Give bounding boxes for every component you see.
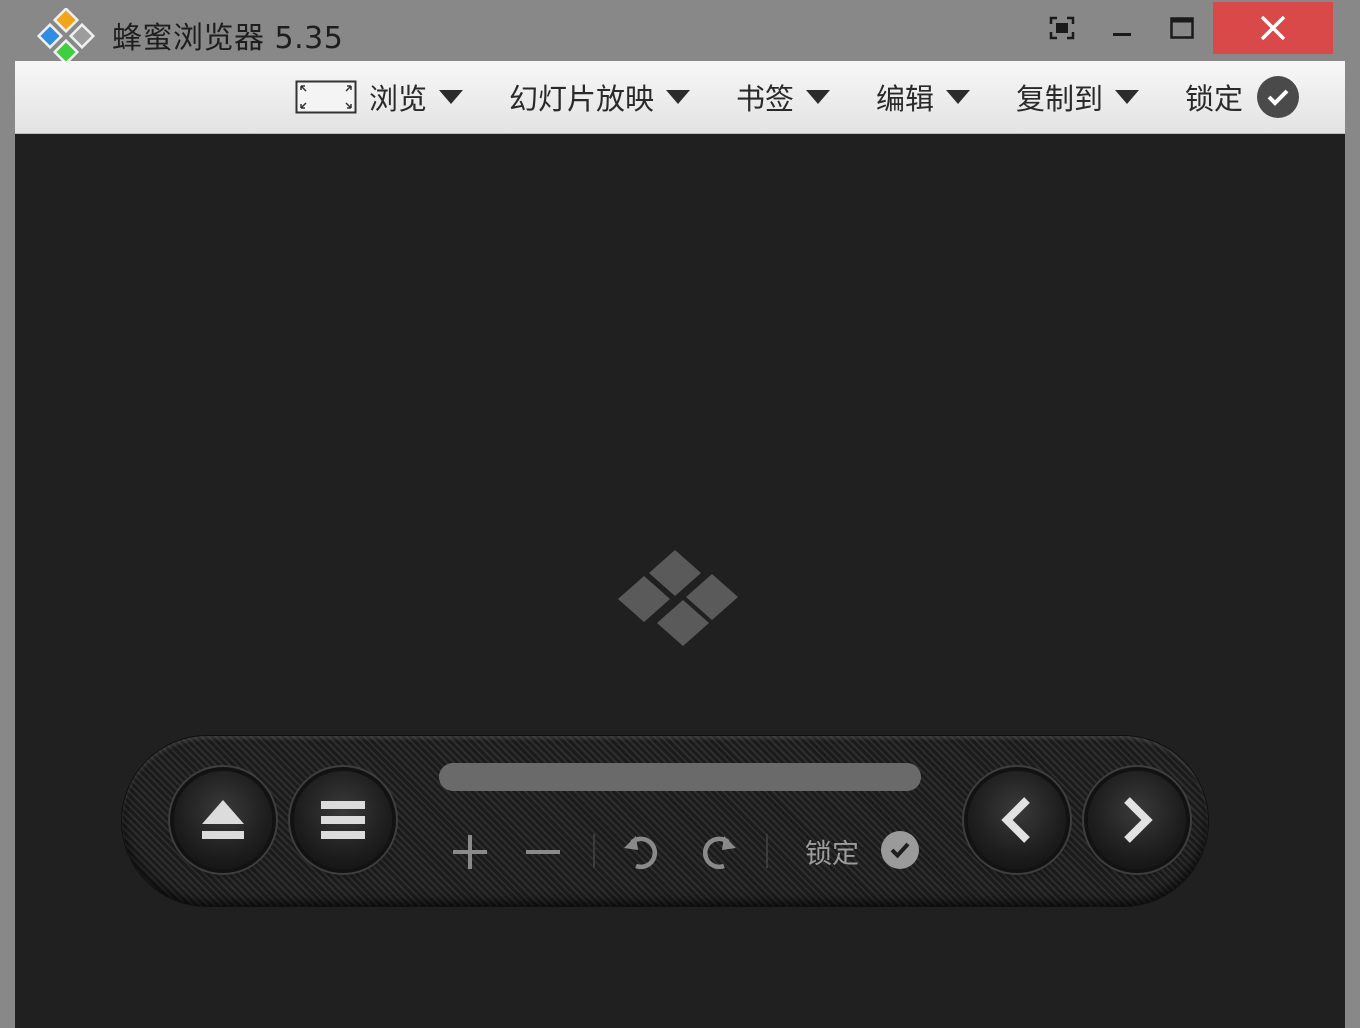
menu-edit[interactable]: 编辑 bbox=[876, 61, 971, 133]
menu-browse[interactable]: 浏览 bbox=[295, 61, 464, 133]
rotate-left-icon bbox=[622, 832, 662, 872]
snap-icon bbox=[1049, 16, 1075, 40]
lock-label: 锁定 bbox=[805, 839, 859, 870]
close-icon bbox=[1260, 15, 1286, 41]
window-title: 蜂蜜浏览器 5.35 bbox=[112, 21, 344, 56]
check-circle-icon[interactable] bbox=[881, 831, 919, 869]
app-logo-placeholder-icon bbox=[618, 550, 738, 646]
separator bbox=[766, 834, 768, 868]
minimize-icon bbox=[1113, 33, 1131, 36]
separator bbox=[593, 834, 595, 868]
menu-lock-label: 锁定 bbox=[1185, 82, 1244, 116]
previous-icon bbox=[997, 796, 1037, 844]
chevron-down-icon bbox=[1115, 90, 1140, 104]
previous-button[interactable] bbox=[968, 771, 1066, 869]
fit-screen-icon bbox=[295, 80, 357, 114]
menu-browse-label: 浏览 bbox=[369, 82, 428, 116]
menu-copy-to-label: 复制到 bbox=[1016, 82, 1104, 116]
chevron-down-icon bbox=[439, 90, 464, 104]
playback-controls: 锁定 bbox=[122, 736, 1208, 906]
menu-copy-to[interactable]: 复制到 bbox=[1016, 61, 1140, 133]
menu-lock[interactable]: 锁定 bbox=[1185, 61, 1300, 133]
next-icon bbox=[1117, 796, 1157, 844]
eject-icon bbox=[199, 796, 247, 844]
snap-button[interactable] bbox=[1032, 2, 1092, 54]
zoom-out-button[interactable] bbox=[515, 824, 571, 880]
title-bar[interactable]: 蜂蜜浏览器 5.35 bbox=[0, 0, 1360, 66]
menu-bar: 浏览 幻灯片放映 书签 编辑 复制到 锁定 bbox=[15, 61, 1345, 134]
progress-fill bbox=[439, 763, 921, 791]
menu-bookmarks[interactable]: 书签 bbox=[736, 61, 831, 133]
rotate-right-icon bbox=[698, 832, 738, 872]
zoom-in-button[interactable] bbox=[442, 824, 498, 880]
app-window: 蜂蜜浏览器 5.35 浏览 幻灯片放映 书签 编辑 复制到 锁定 锁定 bbox=[0, 0, 1360, 1028]
check-circle-icon bbox=[1257, 76, 1300, 118]
menu-button[interactable] bbox=[294, 771, 392, 869]
menu-slideshow[interactable]: 幻灯片放映 bbox=[509, 61, 691, 133]
zoom-out-icon bbox=[524, 833, 562, 871]
menu-icon bbox=[320, 797, 366, 843]
chevron-down-icon bbox=[666, 90, 691, 104]
chevron-down-icon bbox=[806, 90, 831, 104]
progress-bar[interactable] bbox=[439, 763, 921, 791]
chevron-down-icon bbox=[946, 90, 971, 104]
rotate-left-button[interactable] bbox=[614, 824, 670, 880]
zoom-in-icon bbox=[451, 833, 489, 871]
close-button[interactable] bbox=[1213, 2, 1333, 54]
next-button[interactable] bbox=[1088, 771, 1186, 869]
maximize-button[interactable] bbox=[1152, 2, 1212, 54]
menu-edit-label: 编辑 bbox=[876, 82, 935, 116]
minimize-button[interactable] bbox=[1092, 2, 1152, 54]
maximize-icon bbox=[1170, 17, 1194, 39]
rotate-right-button[interactable] bbox=[690, 824, 746, 880]
menu-bookmarks-label: 书签 bbox=[736, 82, 795, 116]
eject-button[interactable] bbox=[174, 771, 272, 869]
menu-slideshow-label: 幻灯片放映 bbox=[509, 82, 655, 116]
